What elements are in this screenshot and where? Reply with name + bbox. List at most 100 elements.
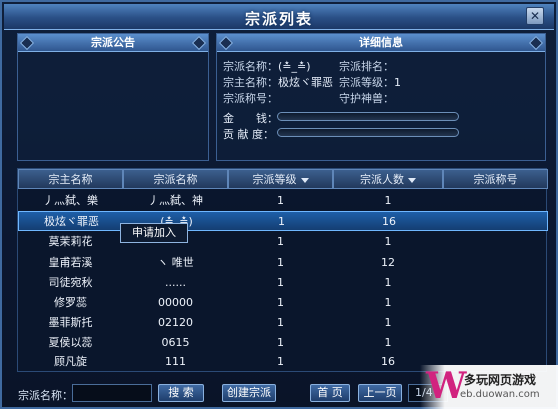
- diamond-cap-icon: [218, 35, 234, 51]
- window-title: 宗派列表: [244, 10, 313, 28]
- title-row: 宗派称号：: [223, 90, 278, 106]
- title-bar[interactable]: 宗派列表 ✕: [4, 4, 554, 30]
- search-button[interactable]: 搜 索: [158, 384, 204, 402]
- cell-sect: 0615: [161, 336, 190, 349]
- table-header: 宗主名称 宗派名称 宗派等级 宗派人数 宗派称号: [18, 169, 548, 189]
- first-page-button[interactable]: 首 页: [310, 384, 350, 402]
- sect-notice-header: 宗派公告: [18, 34, 208, 52]
- table-row[interactable]: 丿灬弑、樂 丿灬弑、神 1 1: [18, 191, 548, 211]
- cell-sect: ......: [165, 276, 186, 289]
- detail-info-panel: 详细信息 宗派名称：(≛_≛) 宗派排名： 宗主名称：极炫ヾ罪恶 宗派等级：1 …: [216, 33, 546, 161]
- cell-leader: 丿灬弑、樂: [43, 194, 98, 207]
- sect-name-value: (≛_≛): [278, 60, 311, 73]
- cell-leader: 极炫ヾ罪恶: [44, 215, 99, 228]
- cell-members: 1: [384, 316, 392, 329]
- sect-notice-title: 宗派公告: [91, 36, 135, 49]
- cell-leader: 夏侯以蕊: [48, 336, 93, 349]
- sect-rank-label: 宗派排名：: [339, 60, 394, 73]
- cell-sect: ヽ 唯世: [157, 256, 194, 269]
- cell-leader: 莫茉莉花: [48, 235, 93, 248]
- cell-level: 1: [277, 296, 284, 309]
- sect-name-row: 宗派名称：(≛_≛): [223, 58, 311, 74]
- cell-sect: 00000: [158, 296, 193, 309]
- cell-level: 1: [277, 276, 284, 289]
- diamond-cap-icon: [191, 35, 207, 51]
- cell-level: 1: [277, 355, 284, 368]
- sect-list-window: 宗派列表 ✕ 宗派公告 详细信息 宗派名称：(≛_≛) 宗派排名： 宗主名称：极…: [0, 0, 558, 409]
- cell-sect: 111: [165, 355, 186, 368]
- cell-sect: 02120: [158, 316, 193, 329]
- title-label: 宗派称号：: [223, 92, 278, 105]
- leader-row: 宗主名称：极炫ヾ罪恶: [223, 74, 333, 90]
- col-sect-title[interactable]: 宗派称号: [443, 169, 548, 189]
- context-menu-join[interactable]: 申请加入: [120, 223, 188, 243]
- cell-leader: 皇甫若溪: [48, 256, 93, 269]
- col-sect-name[interactable]: 宗派名称: [123, 169, 228, 189]
- search-label: 宗派名称：: [18, 389, 73, 402]
- create-sect-button[interactable]: 创建宗派: [222, 384, 276, 402]
- sect-table: 宗主名称 宗派名称 宗派等级 宗派人数 宗派称号 丿灬弑、樂 丿灬弑、神 1 1…: [17, 168, 548, 372]
- cell-members: 1: [384, 194, 392, 207]
- cell-title: [443, 191, 548, 211]
- duowan-logo-icon: W: [426, 365, 467, 407]
- beast-row: 守护神兽：: [339, 90, 394, 106]
- cell-level: 1: [278, 215, 285, 228]
- table-row[interactable]: 皇甫若溪 ヽ 唯世 1 12: [18, 253, 548, 273]
- cell-leader: 顾凡旋: [54, 355, 87, 368]
- table-row[interactable]: 修罗蕊 00000 1 1: [18, 293, 548, 313]
- col-sect-members[interactable]: 宗派人数: [333, 169, 443, 189]
- cell-members: 16: [382, 215, 396, 228]
- cell-title: [443, 313, 548, 333]
- detail-info-title: 详细信息: [359, 36, 403, 49]
- col-sect-level[interactable]: 宗派等级: [228, 169, 333, 189]
- level-label: 宗派等级：: [339, 76, 394, 89]
- cell-title: [443, 232, 548, 252]
- sect-search-input[interactable]: [72, 384, 152, 402]
- leader-label: 宗主名称：: [223, 76, 278, 89]
- sort-down-icon: [300, 177, 309, 183]
- cell-members: 1: [384, 276, 392, 289]
- col-leader-name[interactable]: 宗主名称: [18, 169, 123, 189]
- cell-level: 1: [277, 336, 284, 349]
- col-sect-members-label: 宗派人数: [360, 173, 404, 186]
- cell-members: 1: [384, 296, 392, 309]
- diamond-cap-icon: [528, 35, 544, 51]
- cell-title: [444, 212, 549, 232]
- table-row[interactable]: 莫茉莉花 1 1: [18, 232, 548, 252]
- watermark-url: eb.duowan.com: [460, 389, 540, 400]
- table-row-selected[interactable]: 极炫ヾ罪恶 (≛_≛) 1 16: [18, 211, 548, 231]
- cell-title: [443, 293, 548, 313]
- money-label: 金 钱：: [223, 112, 278, 125]
- sect-notice-panel: 宗派公告: [17, 33, 209, 161]
- cell-leader: 司徒宛秋: [48, 276, 93, 289]
- cell-title: [443, 273, 548, 293]
- table-row[interactable]: 夏侯以蕊 0615 1 1: [18, 333, 548, 353]
- cell-sect: 丿灬弑、神: [148, 194, 203, 207]
- cell-leader: 墨菲斯托: [48, 316, 93, 329]
- contribution-label: 贡 献 度：: [223, 128, 274, 141]
- prev-page-button[interactable]: 上一页: [358, 384, 402, 402]
- cell-level: 1: [277, 316, 284, 329]
- cell-members: 1: [384, 235, 392, 248]
- cell-title: [443, 253, 548, 273]
- sort-down-icon: [408, 177, 416, 183]
- cell-level: 1: [277, 256, 284, 269]
- sect-name-label: 宗派名称：: [223, 60, 278, 73]
- money-bar: [277, 112, 459, 121]
- beast-label: 守护神兽：: [339, 92, 394, 105]
- level-row: 宗派等级：1: [339, 74, 401, 90]
- close-icon[interactable]: ✕: [526, 7, 544, 25]
- col-sect-level-label: 宗派等级: [252, 173, 297, 186]
- level-value: 1: [394, 76, 401, 89]
- table-row[interactable]: 墨菲斯托 02120 1 1: [18, 313, 548, 333]
- detail-info-header: 详细信息: [217, 34, 545, 52]
- cell-title: [443, 333, 548, 353]
- table-row[interactable]: 司徒宛秋 ...... 1 1: [18, 273, 548, 293]
- cell-members: 1: [384, 336, 392, 349]
- cell-level: 1: [277, 235, 284, 248]
- cell-members: 12: [381, 256, 395, 269]
- sect-rank-row: 宗派排名：: [339, 58, 394, 74]
- diamond-cap-icon: [19, 35, 35, 51]
- duowan-watermark: W 多玩网页游戏 eb.duowan.com: [420, 365, 558, 409]
- contribution-bar: [277, 128, 459, 137]
